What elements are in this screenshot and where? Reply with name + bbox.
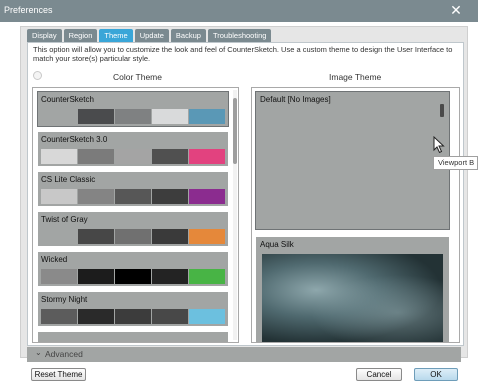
viewport-tooltip: Viewport B [433, 156, 478, 170]
color-swatch [115, 109, 151, 124]
theme-item-wicked[interactable]: Wicked [38, 252, 228, 286]
color-swatch [41, 189, 77, 204]
color-swatch [78, 229, 114, 244]
theme-item-countersketch[interactable]: CounterSketch [37, 91, 229, 127]
tab-theme[interactable]: Theme [99, 29, 133, 42]
tab-region[interactable]: Region [63, 29, 98, 42]
theme-item-countersketch-3[interactable]: CounterSketch 3.0 [38, 132, 228, 166]
color-swatch [152, 189, 188, 204]
theme-swatches [41, 269, 225, 284]
mouse-cursor-icon [433, 136, 445, 154]
color-swatch [189, 149, 225, 164]
color-swatch [189, 269, 225, 284]
image-theme-heading: Image Theme [329, 72, 382, 82]
color-swatch [41, 309, 77, 324]
image-item-aqua-silk[interactable]: Aqua Silk [256, 237, 449, 342]
color-swatch [152, 109, 188, 124]
chevron-down-icon: ⌄ [35, 348, 42, 357]
theme-name: Stormy Night [41, 295, 88, 304]
theme-swatches [41, 309, 225, 324]
color-swatch [78, 309, 114, 324]
ok-button[interactable]: OK [414, 368, 458, 381]
theme-name: Wicked [41, 255, 68, 264]
color-swatch [115, 149, 151, 164]
color-swatch [152, 149, 188, 164]
theme-swatches [41, 229, 225, 244]
image-list-scrollbar-thumb[interactable] [440, 104, 444, 117]
theme-swatches [41, 109, 225, 124]
advanced-label: Advanced [45, 349, 83, 359]
color-swatch [115, 269, 151, 284]
color-swatch [41, 109, 77, 124]
title-bar: Preferences ✕ [0, 0, 478, 22]
color-swatch [78, 149, 114, 164]
color-swatch [189, 309, 225, 324]
image-theme-name: Aqua Silk [260, 240, 294, 249]
color-swatch [152, 309, 188, 324]
reset-theme-button[interactable]: Reset Theme [31, 368, 86, 381]
color-swatch [41, 269, 77, 284]
tab-display[interactable]: Display [27, 29, 62, 42]
advanced-expander[interactable]: ⌄ Advanced [27, 347, 461, 362]
theme-description: This option will allow you to customize … [33, 45, 453, 63]
color-swatch [152, 229, 188, 244]
color-swatch [189, 229, 225, 244]
color-swatch [115, 189, 151, 204]
color-swatch [78, 189, 114, 204]
aqua-silk-highlight [262, 254, 443, 342]
color-swatch [189, 189, 225, 204]
theme-item-partial[interactable] [38, 332, 228, 342]
theme-item-cs-lite-classic[interactable]: CS Lite Classic [38, 172, 228, 206]
image-item-default[interactable]: Default [No Images] [255, 91, 450, 230]
color-swatch [152, 269, 188, 284]
color-swatch [115, 229, 151, 244]
image-theme-list: Default [No Images] Aqua Silk [251, 87, 460, 343]
tab-bar: Display Region Theme Update Backup Troub… [27, 29, 272, 42]
color-swatch [78, 109, 114, 124]
close-icon[interactable]: ✕ [448, 2, 464, 18]
color-theme-radio[interactable] [33, 71, 42, 80]
tab-backup[interactable]: Backup [170, 29, 206, 42]
color-swatch [41, 229, 77, 244]
theme-swatches [41, 189, 225, 204]
color-theme-heading: Color Theme [113, 72, 162, 82]
image-theme-name: Default [No Images] [260, 95, 331, 104]
color-list-scrollbar-thumb[interactable] [233, 98, 237, 164]
color-swatch [115, 309, 151, 324]
color-swatch [78, 269, 114, 284]
cancel-button[interactable]: Cancel [356, 368, 402, 381]
theme-item-twist-of-gray[interactable]: Twist of Gray [38, 212, 228, 246]
theme-name: Twist of Gray [41, 215, 88, 224]
window-title: Preferences [4, 5, 53, 15]
tab-update[interactable]: Update [134, 29, 169, 42]
theme-name: CounterSketch [41, 95, 94, 104]
color-theme-list: CounterSketch CounterSketch 3.0 CS Lite … [32, 87, 239, 343]
theme-swatches [41, 149, 225, 164]
theme-name: CS Lite Classic [41, 175, 96, 184]
tab-troubleshooting[interactable]: Troubleshooting [207, 29, 272, 42]
theme-name: CounterSketch 3.0 [41, 135, 108, 144]
color-swatch [41, 149, 77, 164]
color-swatch [189, 109, 225, 124]
theme-item-stormy-night[interactable]: Stormy Night [38, 292, 228, 326]
